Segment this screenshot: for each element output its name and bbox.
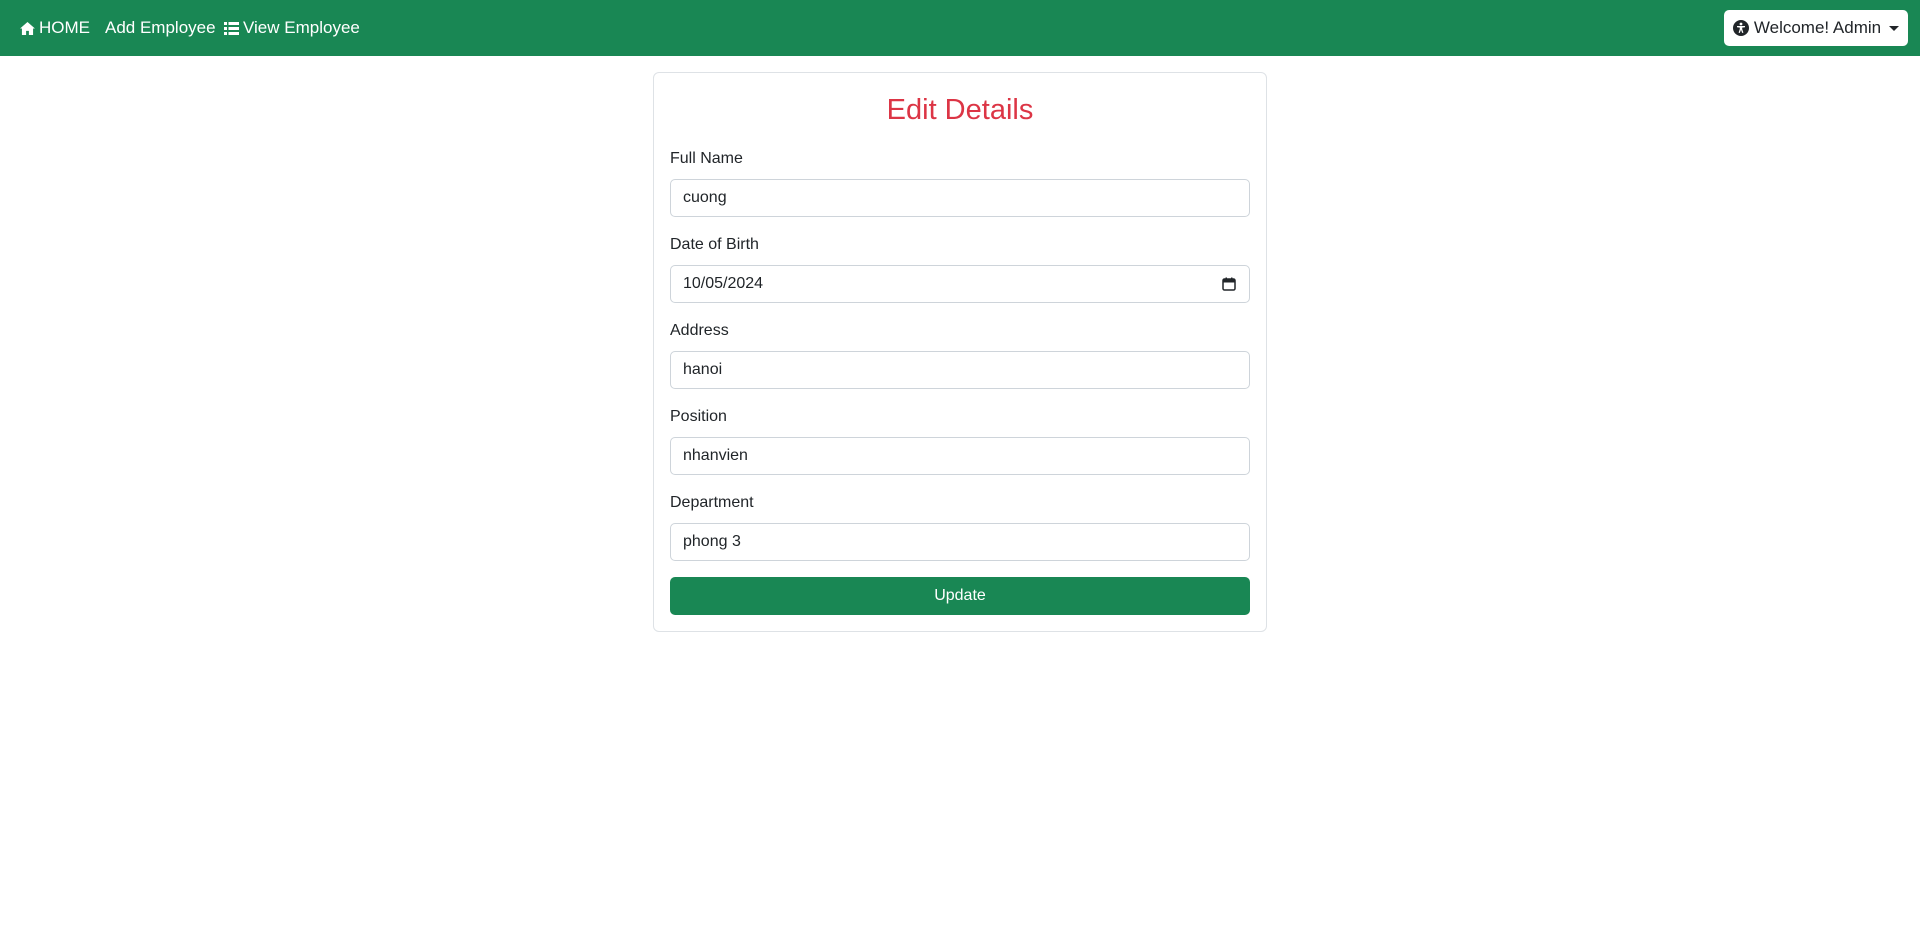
update-button[interactable]: Update: [670, 577, 1250, 615]
full-name-input[interactable]: cuong: [670, 179, 1250, 217]
address-value: hanoi: [683, 361, 723, 378]
date-of-birth-value: 10/05/2024: [683, 275, 764, 292]
date-of-birth-input[interactable]: 10/05/2024: [670, 265, 1250, 303]
nav-add-employee-link[interactable]: Add Employee: [105, 0, 216, 56]
list-icon: [224, 21, 239, 35]
user-menu-dropdown[interactable]: Welcome! Admin: [1724, 10, 1908, 46]
position-value: nhanvien: [683, 447, 748, 464]
position-input[interactable]: nhanvien: [670, 437, 1250, 475]
top-navbar: HOME Add Employee View Employee Welcome!…: [0, 0, 1920, 56]
position-label: Position: [670, 408, 727, 425]
department-input[interactable]: phong 3: [670, 523, 1250, 561]
nav-home-label: HOME: [39, 18, 90, 37]
nav-view-employee-link[interactable]: View Employee: [224, 0, 360, 56]
department-value: phong 3: [683, 533, 741, 550]
user-menu-label: Welcome! Admin: [1753, 18, 1882, 37]
nav-view-employee-label: View Employee: [243, 18, 360, 37]
page-title: Edit Details: [886, 94, 1034, 126]
nav-add-employee-label: Add Employee: [105, 18, 216, 37]
date-of-birth-label: Date of Birth: [670, 236, 759, 253]
nav-home-link[interactable]: HOME: [20, 0, 90, 56]
home-icon: [20, 21, 35, 35]
calendar-icon[interactable]: [1222, 277, 1236, 291]
address-label: Address: [670, 322, 729, 339]
caret-down-icon: [1889, 25, 1900, 31]
full-name-label: Full Name: [670, 150, 743, 167]
department-label: Department: [670, 494, 754, 511]
full-name-value: cuong: [683, 189, 727, 206]
accessibility-icon: [1732, 20, 1749, 36]
edit-details-card: Edit Details Full Name cuong Date of Bir…: [653, 72, 1267, 632]
address-input[interactable]: hanoi: [670, 351, 1250, 389]
